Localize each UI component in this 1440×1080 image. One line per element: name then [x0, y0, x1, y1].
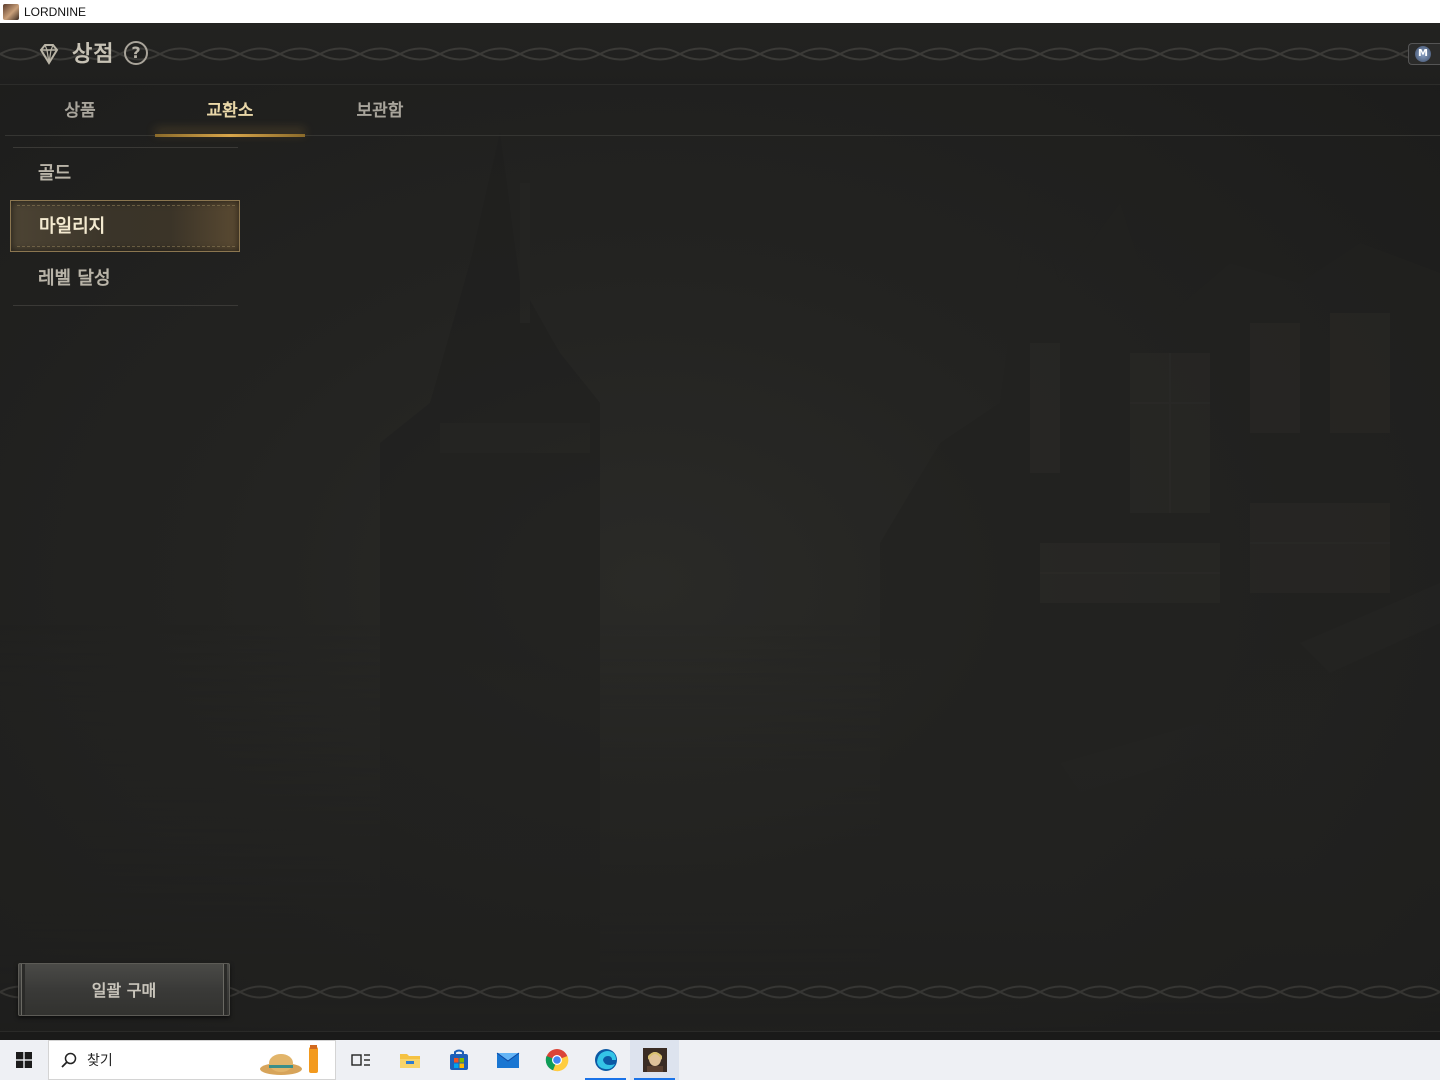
header-ornament [0, 47, 1440, 61]
folder-icon [399, 1054, 420, 1068]
mileage-badge[interactable]: M [1408, 43, 1440, 65]
category-mileage-label: 마일리지 [39, 216, 106, 237]
lordnine-app-icon [642, 1048, 667, 1072]
active-item-ornament [17, 246, 237, 247]
edge-icon [594, 1049, 617, 1071]
task-view-icon [350, 1054, 370, 1066]
edge-button[interactable] [581, 1040, 630, 1080]
active-item-ornament [17, 205, 237, 206]
diamond-icon [39, 44, 59, 65]
page-title: 상점 [72, 42, 115, 67]
tab-exchange[interactable]: 교환소 [155, 85, 305, 137]
tab-products[interactable]: 상품 [5, 85, 155, 136]
start-button[interactable] [0, 1040, 48, 1080]
mail-button[interactable] [483, 1040, 532, 1080]
taskbar-search[interactable]: 찾기 [48, 1040, 336, 1080]
category-level-achievement[interactable]: 레벨 달성 [10, 253, 240, 305]
category-mileage[interactable]: 마일리지 [10, 200, 240, 252]
window-title: LORDNINE [24, 4, 87, 19]
chrome-icon [545, 1049, 568, 1072]
search-highlight-icon [260, 1045, 318, 1075]
search-icon [61, 1052, 77, 1068]
button-edge [21, 964, 25, 1015]
game-viewport: 상점 ? M 상품 교환소 보관함 골드 마일리지 레벨 달성 일괄 구매 [0, 23, 1440, 1040]
taskbar: 찾기 [0, 1040, 1440, 1080]
file-explorer-button[interactable] [385, 1040, 434, 1080]
bulk-buy-button[interactable]: 일괄 구매 [18, 963, 230, 1016]
app-icon [3, 3, 19, 20]
search-placeholder: 찾기 [87, 1052, 113, 1068]
tab-bar: 상품 교환소 보관함 [5, 85, 1440, 137]
tab-storage[interactable]: 보관함 [305, 85, 455, 136]
bulk-buy-label: 일괄 구매 [91, 981, 157, 1000]
task-view-button[interactable] [336, 1040, 385, 1080]
question-icon[interactable]: ? [124, 41, 148, 65]
windows-logo-icon [16, 1052, 32, 1068]
store-button[interactable] [434, 1040, 483, 1080]
lordnine-taskbar-button[interactable] [630, 1040, 679, 1080]
store-icon [449, 1049, 468, 1070]
chrome-button[interactable] [532, 1040, 581, 1080]
category-divider [13, 305, 238, 306]
button-edge [223, 964, 227, 1015]
category-gold[interactable]: 골드 [10, 148, 240, 200]
mail-icon [496, 1052, 519, 1068]
shop-header: 상점 ? M [0, 23, 1440, 85]
m-coin-icon: M [1415, 46, 1431, 62]
window-title-bar: LORDNINE [0, 0, 1440, 23]
bottom-strip [0, 1031, 1440, 1040]
